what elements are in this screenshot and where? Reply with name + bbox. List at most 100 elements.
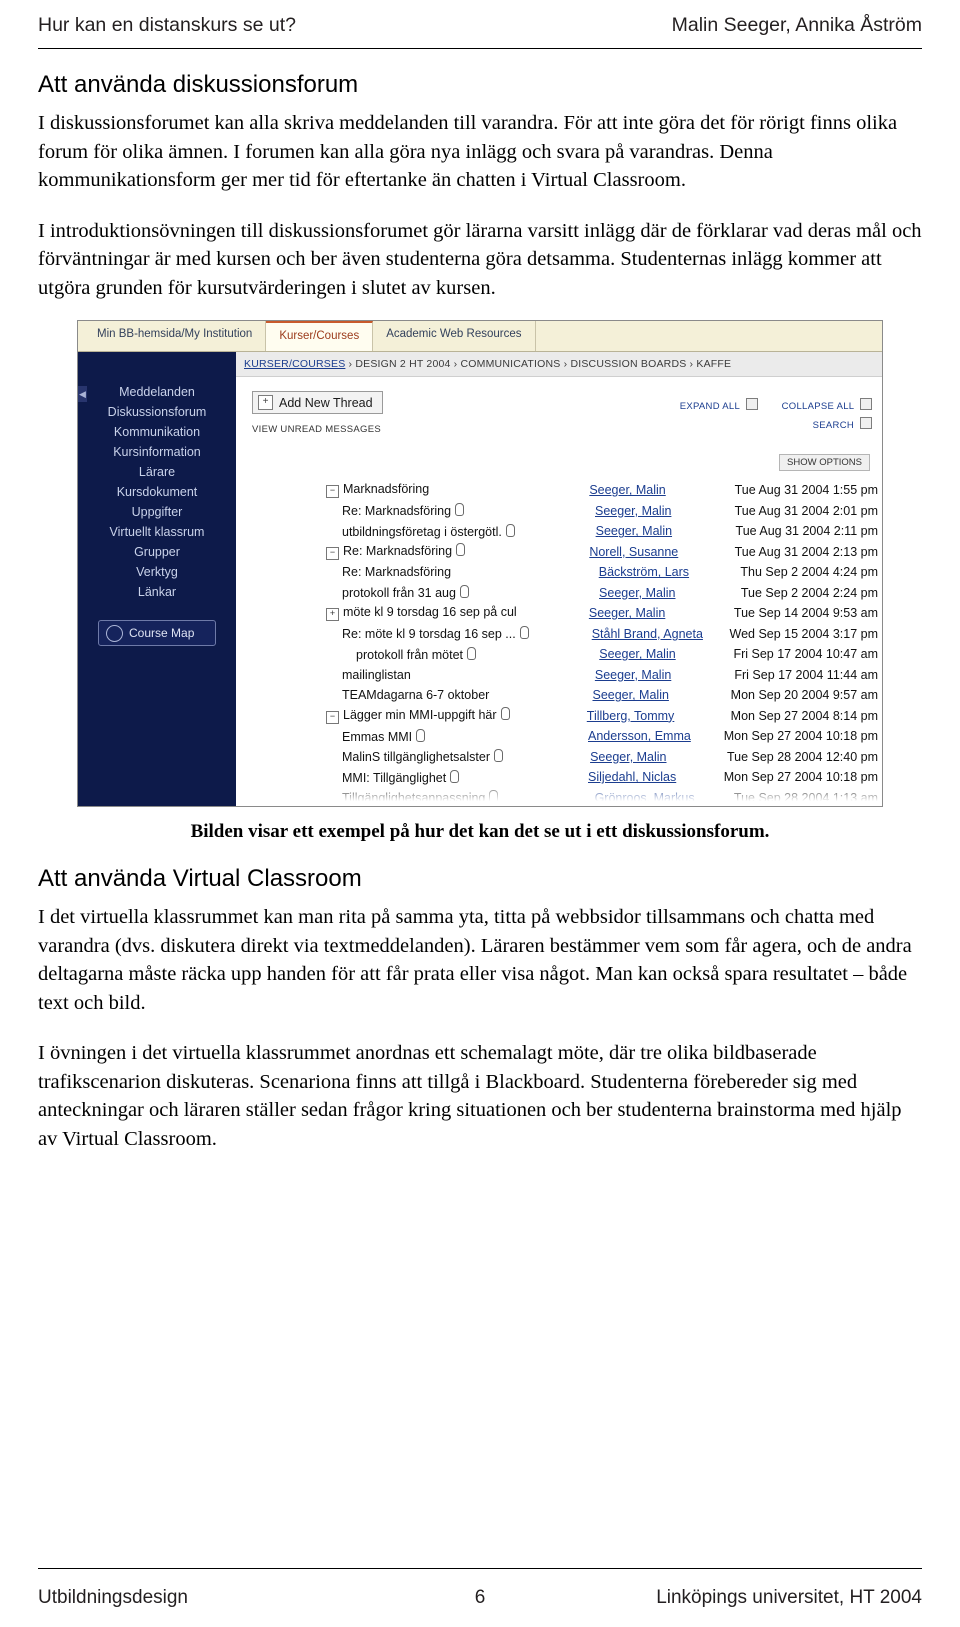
thread-subject-cell[interactable]: − Marknadsföring xyxy=(326,482,589,499)
thread-date: Mon Sep 27 2004 10:18 pm xyxy=(723,770,878,785)
course-map-button[interactable]: Course Map xyxy=(98,620,216,646)
expand-toggle-icon[interactable]: − xyxy=(326,711,339,725)
table-row[interactable]: TEAMdagarna 6-7 oktober Seeger, Malin Mo… xyxy=(326,685,878,706)
thread-subject-cell[interactable]: mailinglistan xyxy=(326,668,595,682)
thread-subject-cell[interactable]: + möte kl 9 torsdag 16 sep på cul xyxy=(326,605,589,622)
show-options-button[interactable]: SHOW OPTIONS xyxy=(779,454,870,471)
expand-toggle-icon[interactable]: − xyxy=(326,547,339,561)
thread-subject-cell[interactable]: Re: Marknadsföring xyxy=(326,565,599,579)
screenshot-figure: Min BB-hemsida/My Institution Kurser/Cou… xyxy=(38,320,922,807)
thread-subject-cell[interactable]: TEAMdagarna 6-7 oktober xyxy=(326,688,592,702)
discussion-board-pane: KURSER/COURSES › DESIGN 2 HT 2004 › COMM… xyxy=(236,352,882,806)
thread-date: Mon Sep 20 2004 9:57 am xyxy=(730,688,878,703)
thread-date: Tue Aug 31 2004 2:11 pm xyxy=(735,524,878,539)
page-number: 6 xyxy=(474,1587,486,1608)
thread-date: Tue Aug 31 2004 2:01 pm xyxy=(734,503,878,518)
thread-author[interactable]: Seeger, Malin xyxy=(599,647,733,661)
thread-author[interactable]: Seeger, Malin xyxy=(589,483,734,497)
table-row[interactable]: MalinS tillgänglighetsalster Seeger, Mal… xyxy=(326,747,878,768)
thread-subject: utbildningsföretag i östergötl. xyxy=(342,524,502,539)
thread-author[interactable]: Seeger, Malin xyxy=(595,668,735,682)
attachment-icon xyxy=(416,728,426,742)
table-row[interactable]: Emmas MMI Andersson, Emma Mon Sep 27 200… xyxy=(326,726,878,747)
sidebar-item-lankar[interactable]: Länkar xyxy=(78,582,236,602)
virtual-classroom-heading: Att använda Virtual Classroom xyxy=(38,865,362,892)
thread-subject-cell[interactable]: MMI: Tillgänglighet xyxy=(326,769,588,785)
page-footer: Utbildningsdesign 6 Linköpings universit… xyxy=(38,1587,922,1609)
sidebar-item-larare[interactable]: Lärare xyxy=(78,462,236,482)
thread-subject-cell[interactable]: Re: Marknadsföring xyxy=(326,503,595,518)
attachment-icon xyxy=(459,585,469,599)
tab-courses[interactable]: Kurser/Courses xyxy=(266,321,374,351)
screenshot-bottom-fade xyxy=(236,784,882,806)
table-row[interactable]: − Lägger min MMI-uppgift här Tillberg, To… xyxy=(326,706,878,727)
thread-author[interactable]: Siljedahl, Niclas xyxy=(588,770,724,784)
table-row[interactable]: − Marknadsföring Seeger, Malin Tue Aug 31… xyxy=(326,480,878,501)
table-row[interactable]: utbildningsföretag i östergötl. Seeger, … xyxy=(326,521,878,542)
course-map-icon xyxy=(106,624,123,642)
virtual-classroom-paragraph-2: I övningen i det virtuella klassrummet a… xyxy=(38,1042,902,1150)
expand-collapse-row: EXPAND ALL COLLAPSE ALL xyxy=(680,398,872,412)
sidebar-item-kursinformation[interactable]: Kursinformation xyxy=(78,442,236,462)
table-row[interactable]: protokoll från mötet Seeger, Malin Fri S… xyxy=(326,644,878,665)
attachment-icon xyxy=(467,646,476,660)
attachment-icon xyxy=(505,523,515,537)
sidebar-item-kursdokument[interactable]: Kursdokument xyxy=(78,482,236,502)
thread-subject-cell[interactable]: Re: möte kl 9 torsdag 16 sep ... xyxy=(326,626,592,641)
course-map-label: Course Map xyxy=(129,626,195,640)
thread-author[interactable]: Andersson, Emma xyxy=(588,729,724,743)
sidebar-collapse-icon[interactable]: ◀ xyxy=(78,386,87,402)
thread-author[interactable]: Seeger, Malin xyxy=(596,524,736,538)
thread-author[interactable]: Norell, Susanne xyxy=(589,545,734,559)
thread-subject: möte kl 9 torsdag 16 sep på cul xyxy=(343,605,517,620)
table-row[interactable]: Re: Marknadsföring Bäckström, Lars Thu S… xyxy=(326,562,878,583)
sidebar-item-uppgifter[interactable]: Uppgifter xyxy=(78,502,236,522)
expand-toggle-icon[interactable]: − xyxy=(326,485,339,499)
thread-subject-cell[interactable]: utbildningsföretag i östergötl. xyxy=(326,523,596,539)
table-row[interactable]: protokoll från 31 aug Seeger, Malin Tue … xyxy=(326,583,878,604)
table-row[interactable]: + möte kl 9 torsdag 16 sep på cul Seeger,… xyxy=(326,603,878,624)
table-row[interactable]: mailinglistan Seeger, Malin Fri Sep 17 2… xyxy=(326,665,878,686)
thread-date: Mon Sep 27 2004 10:18 pm xyxy=(723,729,878,744)
add-new-thread-button[interactable]: + Add New Thread xyxy=(252,391,383,414)
collapse-all-link[interactable]: COLLAPSE ALL xyxy=(782,401,854,412)
thread-author[interactable]: Seeger, Malin xyxy=(595,504,735,518)
table-row[interactable]: Re: möte kl 9 torsdag 16 sep ... Ståhl B… xyxy=(326,624,878,645)
sidebar-item-virtuellt-klassrum[interactable]: Virtuellt klassrum xyxy=(78,522,236,542)
breadcrumb-courses-link[interactable]: KURSER/COURSES xyxy=(244,358,345,370)
thread-subject-cell[interactable]: protokoll från mötet xyxy=(326,646,599,662)
sidebar-item-diskussionsforum[interactable]: Diskussionsforum xyxy=(78,402,236,422)
sidebar-item-meddelanden[interactable]: Meddelanden xyxy=(78,382,236,402)
expand-toggle-icon[interactable]: + xyxy=(326,608,339,622)
thread-author[interactable]: Tillberg, Tommy xyxy=(587,709,731,723)
thread-author[interactable]: Ståhl Brand, Agneta xyxy=(592,627,730,641)
sidebar-item-verktyg[interactable]: Verktyg xyxy=(78,562,236,582)
tab-my-institution[interactable]: Min BB-hemsida/My Institution xyxy=(84,321,267,351)
thread-author[interactable]: Seeger, Malin xyxy=(589,606,734,620)
thread-author[interactable]: Seeger, Malin xyxy=(592,688,730,702)
attachment-icon xyxy=(500,707,510,721)
sidebar-item-kommunikation[interactable]: Kommunikation xyxy=(78,422,236,442)
thread-date: Wed Sep 15 2004 3:17 pm xyxy=(729,626,879,641)
thread-author[interactable]: Seeger, Malin xyxy=(590,750,727,764)
sidebar-item-grupper[interactable]: Grupper xyxy=(78,542,236,562)
thread-author[interactable]: Seeger, Malin xyxy=(599,586,741,600)
page-title: Att använda diskussionsforum xyxy=(38,71,359,98)
add-new-thread-label: Add New Thread xyxy=(279,395,373,410)
thread-subject-cell[interactable]: Emmas MMI xyxy=(326,728,588,744)
table-row[interactable]: Re: Marknadsföring Seeger, Malin Tue Aug… xyxy=(326,501,878,522)
expand-all-link[interactable]: EXPAND ALL xyxy=(680,401,740,412)
view-unread-label: VIEW UNREAD MESSAGES xyxy=(252,424,381,435)
tab-academic-web-resources[interactable]: Academic Web Resources xyxy=(373,321,536,351)
thread-subject-cell[interactable]: − Lägger min MMI-uppgift här xyxy=(326,707,587,725)
breadcrumb-path: › DESIGN 2 HT 2004 › COMMUNICATIONS › DI… xyxy=(348,358,732,370)
thread-subject-cell[interactable]: protokoll från 31 aug xyxy=(326,585,599,600)
thread-subject-cell[interactable]: − Re: Marknadsföring xyxy=(326,543,589,561)
thread-subject-cell[interactable]: MalinS tillgänglighetsalster xyxy=(326,749,590,764)
running-head-left: Hur kan en distanskurs se ut? xyxy=(38,14,296,36)
thread-subject: Marknadsföring xyxy=(343,482,430,497)
table-row[interactable]: − Re: Marknadsföring Norell, Susanne Tue … xyxy=(326,542,878,563)
thread-author[interactable]: Bäckström, Lars xyxy=(599,565,741,579)
thread-date: Tue Sep 2 2004 2:24 pm xyxy=(740,585,878,600)
search-link[interactable]: SEARCH xyxy=(813,420,854,431)
